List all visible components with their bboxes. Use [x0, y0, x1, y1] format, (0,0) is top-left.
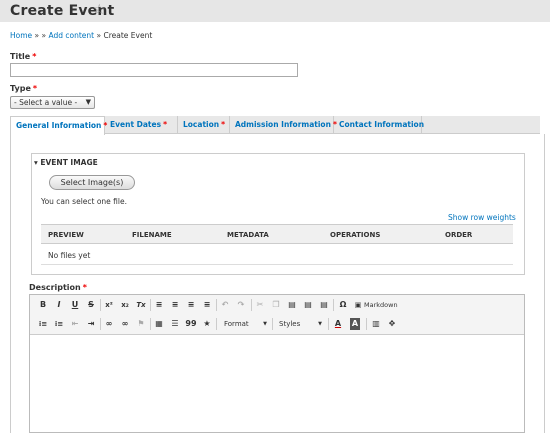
table-row: No files yet: [41, 244, 513, 265]
italic-button[interactable]: I: [53, 299, 65, 311]
column-metadata: METADATA: [227, 231, 269, 239]
cut-icon[interactable]: ✂: [254, 299, 266, 311]
align-center-icon[interactable]: ≡: [169, 299, 181, 311]
blockquote-button[interactable]: 99: [185, 318, 197, 330]
markdown-button[interactable]: Markdown: [362, 299, 398, 311]
special-char-button[interactable]: Ω: [337, 299, 349, 311]
format-dropdown[interactable]: Format ▼: [220, 318, 270, 330]
shortcut-star-icon[interactable]: ☆: [93, 2, 106, 18]
breadcrumb: Home » » Add content » Create Event: [10, 31, 153, 40]
editor-toolbar: B I U S x² x₂ Tx ≡ ≡ ≡ ≡ ↶ ↷ ✂ ❐ ▤ ▤ ▤ Ω…: [30, 295, 524, 335]
tab-event-dates[interactable]: Event Dates *: [105, 116, 178, 134]
maximize-icon[interactable]: ✥: [386, 318, 398, 330]
table-icon[interactable]: ▦: [153, 318, 165, 330]
vertical-tabs: General Information * Event Dates * Locati…: [10, 116, 540, 135]
event-image-help: You can select one file.: [41, 197, 127, 206]
tab-location[interactable]: Location *: [178, 116, 230, 134]
paste-text-icon[interactable]: ▤: [302, 299, 314, 311]
remove-format-button[interactable]: Tx: [135, 299, 147, 311]
indent-icon[interactable]: ⇥: [85, 318, 97, 330]
tab-admission-information[interactable]: Admission Information *: [230, 116, 337, 134]
star-icon[interactable]: ★: [201, 318, 213, 330]
title-label: Title *: [10, 52, 37, 61]
link-icon[interactable]: ∞: [103, 318, 115, 330]
horizontal-rule-icon[interactable]: ☰: [169, 318, 181, 330]
event-image-legend[interactable]: ▾ EVENT IMAGE: [34, 158, 98, 167]
empty-message: No files yet: [48, 251, 91, 260]
description-label: Description *: [29, 283, 87, 292]
paste-icon[interactable]: ▤: [286, 299, 298, 311]
source-icon[interactable]: ▥: [370, 318, 382, 330]
column-filename: FILENAME: [132, 231, 172, 239]
align-right-icon[interactable]: ≡: [185, 299, 197, 311]
column-order: ORDER: [445, 231, 473, 239]
styles-dropdown[interactable]: Styles ▼: [275, 318, 325, 330]
undo-icon[interactable]: ↶: [219, 299, 231, 311]
bold-button[interactable]: B: [37, 299, 49, 311]
numbered-list-icon[interactable]: ⁝≡: [37, 318, 49, 330]
bulleted-list-icon[interactable]: ⁝≡: [53, 318, 65, 330]
type-label: Type *: [10, 84, 38, 93]
tab-general-information[interactable]: General Information *: [10, 116, 107, 135]
breadcrumb-current: Create Event: [103, 31, 153, 40]
chevron-down-icon: ▼: [318, 321, 322, 327]
superscript-button[interactable]: x²: [103, 299, 115, 311]
select-images-button[interactable]: Select Image(s): [49, 175, 135, 190]
underline-button[interactable]: U: [69, 299, 81, 311]
anchor-icon[interactable]: ⚑: [135, 318, 147, 330]
chevron-down-icon: ▼: [263, 321, 267, 327]
type-select[interactable]: - Select a value - ▼: [10, 96, 95, 109]
breadcrumb-home-link[interactable]: Home: [10, 31, 32, 40]
align-justify-icon[interactable]: ≡: [201, 299, 213, 311]
tab-contact-information[interactable]: Contact Information: [334, 116, 424, 134]
column-preview: PREVIEW: [48, 231, 84, 239]
align-left-icon[interactable]: ≡: [153, 299, 165, 311]
outdent-icon[interactable]: ⇤: [69, 318, 81, 330]
description-editor: B I U S x² x₂ Tx ≡ ≡ ≡ ≡ ↶ ↷ ✂ ❐ ▤ ▤ ▤ Ω…: [29, 294, 525, 433]
redo-icon[interactable]: ↷: [235, 299, 247, 311]
title-input[interactable]: [10, 63, 298, 77]
bg-color-button[interactable]: A: [350, 318, 360, 330]
unlink-icon[interactable]: ∞: [119, 318, 131, 330]
show-row-weights-link[interactable]: Show row weights: [448, 213, 516, 222]
table-header: PREVIEW FILENAME METADATA OPERATIONS ORD…: [41, 224, 513, 244]
chevron-down-icon: ▼: [85, 98, 91, 106]
paste-word-icon[interactable]: ▤: [318, 299, 330, 311]
page-header: Create Event ☆: [0, 0, 550, 22]
subscript-button[interactable]: x₂: [119, 299, 131, 311]
breadcrumb-add-content-link[interactable]: Add content: [49, 31, 95, 40]
strikethrough-button[interactable]: S: [85, 299, 97, 311]
column-operations: OPERATIONS: [330, 231, 381, 239]
text-color-button[interactable]: A: [332, 318, 344, 330]
copy-icon[interactable]: ❐: [270, 299, 282, 311]
